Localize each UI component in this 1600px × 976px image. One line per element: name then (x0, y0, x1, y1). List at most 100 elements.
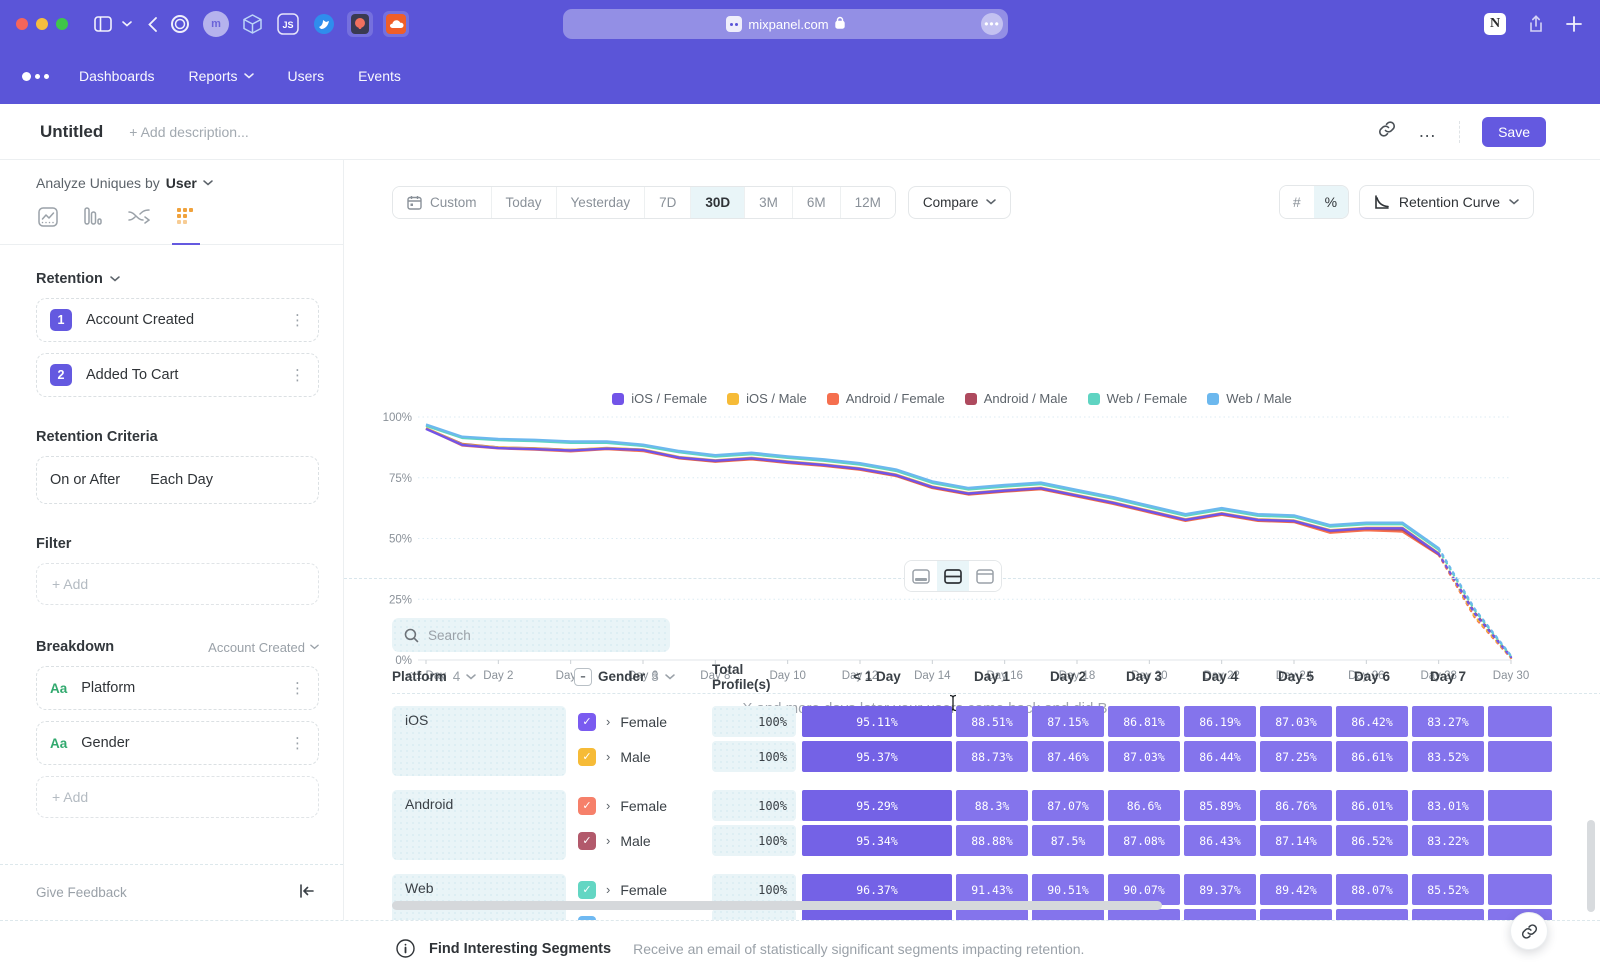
vertical-scrollbar[interactable] (1587, 820, 1595, 912)
retention-value-cell[interactable] (1184, 909, 1256, 920)
legend-item[interactable]: Web / Female (1088, 391, 1188, 406)
retention-value-cell[interactable] (1488, 874, 1552, 905)
retention-value-cell[interactable]: 95.34% (802, 825, 952, 856)
minimize-window-button[interactable] (36, 18, 48, 30)
retention-value-cell[interactable]: 88.3% (956, 790, 1028, 821)
retention-value-cell[interactable] (1488, 706, 1552, 737)
more-options-icon[interactable]: … (1418, 121, 1437, 142)
page-title[interactable]: Untitled (40, 122, 103, 142)
retention-value-cell[interactable]: 86.44% (1184, 741, 1256, 772)
mixpanel-logo-icon[interactable] (22, 72, 49, 81)
kebab-menu-icon[interactable]: ⋮ (290, 679, 305, 697)
retention-value-cell[interactable] (1488, 790, 1552, 821)
column-header-day[interactable]: Day 7 (1412, 669, 1484, 684)
retention-value-cell[interactable]: 89.42% (1260, 874, 1332, 905)
retention-value-cell[interactable] (1336, 909, 1408, 920)
retention-value-cell[interactable]: 87.14% (1260, 825, 1332, 856)
retention-value-cell[interactable]: 89.37% (1184, 874, 1256, 905)
column-header-day[interactable]: Day 4 (1184, 669, 1256, 684)
retention-value-cell[interactable]: 86.43% (1184, 825, 1256, 856)
retention-value-cell[interactable]: 87.03% (1260, 706, 1332, 737)
retention-criteria-card[interactable]: On or After Each Day (36, 456, 319, 504)
retention-value-cell[interactable]: 87.08% (1108, 825, 1180, 856)
extension-m-icon[interactable]: m (203, 11, 229, 37)
retention-value-cell[interactable]: 86.42% (1336, 706, 1408, 737)
retention-value-cell[interactable]: 86.61% (1336, 741, 1408, 772)
select-all-checkbox[interactable]: – (574, 668, 592, 686)
breakdown-scope-selector[interactable]: Account Created (208, 640, 319, 655)
extension-js-icon[interactable]: JS (275, 11, 301, 37)
retention-value-cell[interactable]: 88.73% (956, 741, 1028, 772)
range-button-7d[interactable]: 7D (645, 187, 691, 218)
add-breakdown-button[interactable]: + Add (36, 776, 319, 818)
retention-step-card[interactable]: 2Added To Cart⋮ (36, 353, 319, 397)
retention-value-cell[interactable] (1108, 909, 1180, 920)
range-button-6m[interactable]: 6M (793, 187, 841, 218)
retention-value-cell[interactable] (1032, 909, 1104, 920)
column-header-day[interactable]: < 1 Day (802, 669, 952, 684)
legend-item[interactable]: Web / Male (1207, 391, 1292, 406)
criteria-interval[interactable]: Each Day (150, 472, 213, 488)
breakdown-card[interactable]: AaGender⋮ (36, 721, 319, 765)
retention-value-cell[interactable] (1488, 741, 1552, 772)
share-icon[interactable] (1528, 15, 1544, 33)
retention-value-cell[interactable] (1260, 909, 1332, 920)
url-options-icon[interactable]: ••• (981, 13, 1003, 35)
legend-item[interactable]: iOS / Female (612, 391, 707, 406)
add-filter-button[interactable]: + Add (36, 563, 319, 605)
retention-value-cell[interactable]: 85.52% (1412, 874, 1484, 905)
save-button[interactable]: Save (1482, 117, 1546, 147)
retention-value-cell[interactable]: 86.52% (1336, 825, 1408, 856)
retention-value-cell[interactable]: 86.76% (1260, 790, 1332, 821)
column-header-day[interactable]: Day 1 (956, 669, 1028, 684)
row-checkbox[interactable]: ✓ (578, 713, 596, 731)
retention-value-cell[interactable]: 83.01% (1412, 790, 1484, 821)
browser-sidebar-toggle-icon[interactable] (94, 16, 112, 32)
retention-value-cell[interactable] (956, 909, 1028, 920)
tab-funnels[interactable] (84, 207, 102, 244)
retention-value-cell[interactable]: 87.03% (1108, 741, 1180, 772)
row-checkbox[interactable]: ✓ (578, 832, 596, 850)
legend-item[interactable]: Android / Female (827, 391, 945, 406)
kebab-menu-icon[interactable]: ⋮ (290, 366, 305, 384)
close-window-button[interactable] (16, 18, 28, 30)
retention-value-cell[interactable]: 87.15% (1032, 706, 1104, 737)
column-header-gender[interactable]: –Gender3 (574, 668, 712, 686)
share-link-floating-button[interactable] (1510, 912, 1548, 950)
row-checkbox[interactable]: ✓ (578, 797, 596, 815)
retention-value-cell[interactable]: 87.25% (1260, 741, 1332, 772)
range-button-yesterday[interactable]: Yesterday (557, 187, 646, 218)
retention-value-cell[interactable]: 86.6% (1108, 790, 1180, 821)
find-segments-button[interactable]: Find Interesting Segments (429, 941, 611, 957)
retention-value-cell[interactable]: 86.19% (1184, 706, 1256, 737)
range-button-30d[interactable]: 30D (691, 187, 745, 218)
column-header-day[interactable]: Day 3 (1108, 669, 1180, 684)
notion-extension-icon[interactable]: N (1484, 13, 1506, 35)
column-header-platform[interactable]: Platform4 (392, 669, 574, 684)
retention-value-cell[interactable]: 83.52% (1412, 741, 1484, 772)
row-checkbox[interactable]: ✓ (578, 748, 596, 766)
range-button-3m[interactable]: 3M (745, 187, 793, 218)
unit-toggle-percent[interactable]: % (1314, 186, 1348, 218)
retention-value-cell[interactable]: 95.29% (802, 790, 952, 821)
nav-item-reports[interactable]: Reports (189, 68, 254, 84)
retention-value-cell[interactable]: 95.37% (802, 741, 952, 772)
retention-value-cell[interactable]: 87.5% (1032, 825, 1104, 856)
kebab-menu-icon[interactable]: ⋮ (290, 734, 305, 752)
legend-item[interactable]: iOS / Male (727, 391, 807, 406)
unit-toggle-absolute[interactable]: # (1280, 186, 1314, 218)
extension-password-icon[interactable] (347, 11, 373, 37)
retention-value-cell[interactable]: 86.81% (1108, 706, 1180, 737)
retention-value-cell[interactable]: 95.11% (802, 706, 952, 737)
retention-value-cell[interactable] (802, 909, 952, 920)
give-feedback-link[interactable]: Give Feedback (36, 885, 127, 900)
row-checkbox[interactable]: ✓ (578, 881, 596, 899)
table-search-input[interactable] (428, 628, 628, 643)
analyze-entity-selector[interactable]: User (166, 175, 197, 191)
tab-insights[interactable] (38, 207, 58, 244)
collapse-sidebar-icon[interactable] (299, 884, 315, 901)
retention-value-cell[interactable]: 88.07% (1336, 874, 1408, 905)
retention-value-cell[interactable] (1412, 909, 1484, 920)
extension-cube-icon[interactable] (239, 11, 265, 37)
nav-item-dashboards[interactable]: Dashboards (79, 68, 155, 84)
